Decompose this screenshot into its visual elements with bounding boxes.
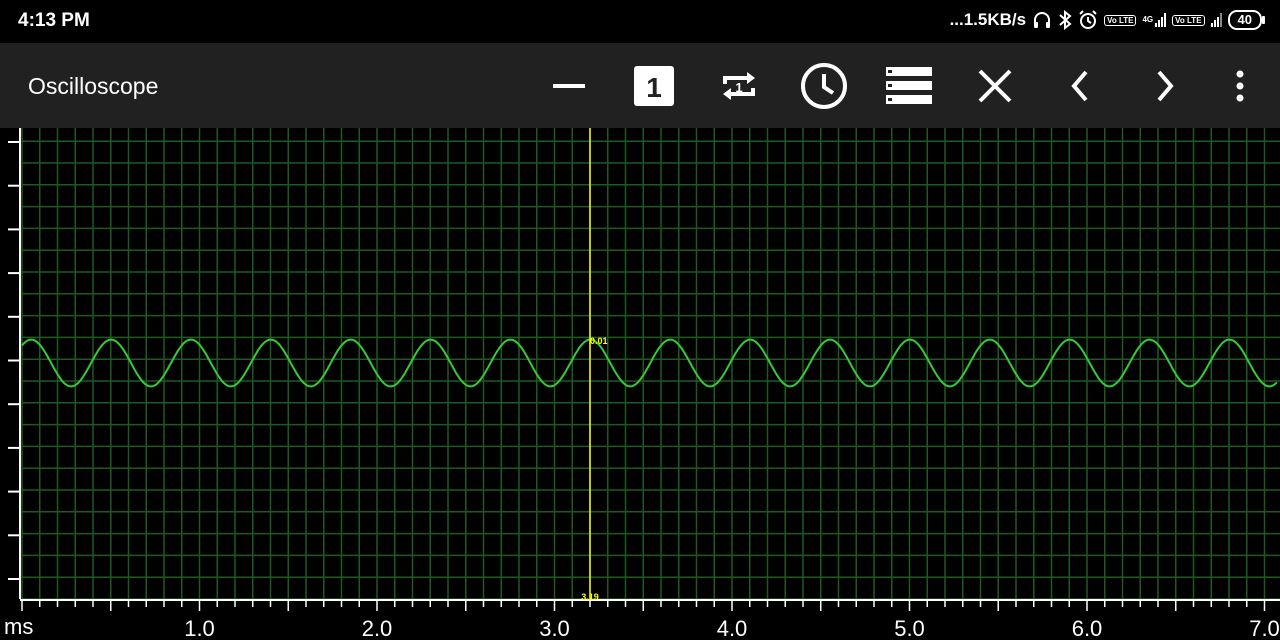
headphones-icon	[1032, 11, 1052, 29]
channel-badge: 1	[646, 72, 662, 103]
battery-icon: 40	[1227, 10, 1266, 30]
close-icon	[978, 69, 1012, 103]
x-axis-unit-label: ms	[4, 614, 33, 639]
list-icon	[886, 67, 932, 104]
repeat-one-icon: 1	[723, 72, 755, 100]
page-title: Oscilloscope	[28, 73, 159, 99]
oscilloscope-display[interactable]: ms 1.0 2.0 3.0 4.0 5.0 6.0 7.0 0.01 3.19	[0, 128, 1280, 640]
signal-4g-icon: 4G	[1142, 13, 1167, 27]
minus-button[interactable]	[544, 61, 594, 111]
overflow-menu-button[interactable]	[1215, 61, 1265, 111]
channel-button[interactable]: 1	[629, 61, 679, 111]
close-button[interactable]	[970, 61, 1020, 111]
alarm-icon	[1078, 10, 1098, 30]
x-tick-label: 7.0	[1249, 616, 1280, 640]
bluetooth-icon	[1058, 10, 1072, 30]
minus-icon	[553, 84, 585, 88]
next-button[interactable]	[1140, 61, 1190, 111]
x-tick-label: 6.0	[1072, 616, 1103, 640]
repeat-one-button[interactable]: 1	[714, 61, 764, 111]
volte-icon: Vo LTE	[1172, 14, 1205, 26]
signal-icon	[1210, 13, 1222, 27]
x-tick-label: 4.0	[717, 616, 748, 640]
status-time: 4:13 PM	[18, 10, 90, 31]
chevron-left-icon	[1071, 70, 1088, 102]
clock-icon	[801, 63, 847, 109]
chevron-right-icon	[1157, 70, 1174, 102]
axes: ms 1.0 2.0 3.0 4.0 5.0 6.0 7.0	[4, 128, 1280, 640]
cursor-value-label: 0.01	[590, 336, 608, 346]
status-icons: ...1.5KB/s Vo LTE 4G Vo LTE 40	[949, 10, 1266, 30]
cursor[interactable]: 0.01 3.19	[581, 128, 608, 602]
volte-icon: Vo LTE	[1104, 14, 1137, 26]
network-speed: ...1.5KB/s	[949, 10, 1027, 29]
x-tick-label: 5.0	[894, 616, 925, 640]
app-bar: Oscilloscope 1 1	[0, 43, 1280, 128]
status-bar: 4:13 PM ...1.5KB/s Vo LTE 4G Vo LTE 40	[0, 0, 1280, 43]
trace	[21, 338, 1278, 388]
signal-trace	[21, 338, 1278, 388]
repeat-badge: 1	[735, 80, 742, 95]
previous-button[interactable]	[1055, 61, 1105, 111]
channel-1-icon: 1	[634, 66, 674, 106]
more-vert-icon	[1236, 70, 1244, 102]
x-tick-label: 3.0	[539, 616, 570, 640]
scope-chart[interactable]: ms 1.0 2.0 3.0 4.0 5.0 6.0 7.0 0.01 3.19	[0, 128, 1280, 640]
x-tick-label: 1.0	[184, 616, 215, 640]
list-button[interactable]	[884, 61, 934, 111]
x-tick-label: 2.0	[362, 616, 393, 640]
timer-button[interactable]	[799, 61, 849, 111]
cursor-time-label: 3.19	[581, 592, 599, 602]
